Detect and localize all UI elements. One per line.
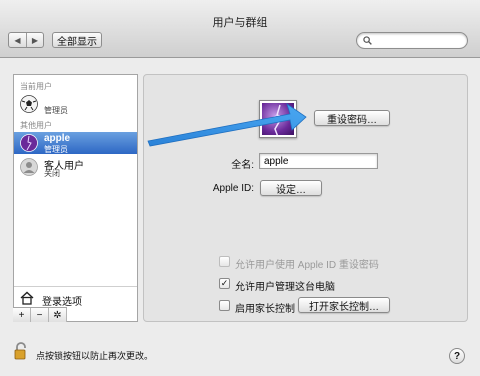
remove-user-button[interactable]: − [31, 308, 49, 322]
user-detail-panel: 重设密码… 全名: Apple ID: 设定… 允许用户使用 Apple ID … [143, 74, 468, 322]
current-user-role: 管理员 [44, 106, 68, 115]
checkmark-icon: ✓ [219, 278, 230, 289]
user-row-guest[interactable]: 客人用户 关闭 [14, 156, 137, 178]
checkbox-box [219, 300, 230, 311]
open-parental-controls-button[interactable]: 打开家长控制… [298, 297, 390, 313]
user-role: 管理员 [44, 145, 68, 154]
preferences-window: 用户与群组 ◀ ▶ 全部显示 当前用户 管理员 其他用户 apple 管理员 客… [0, 0, 480, 376]
add-user-button[interactable]: + [13, 308, 31, 322]
unlocked-lock-icon[interactable] [14, 342, 28, 360]
fullname-input[interactable] [260, 154, 377, 168]
divider [14, 286, 137, 287]
fullname-field[interactable] [259, 153, 378, 169]
appleid-label: Apple ID: [212, 183, 254, 194]
user-role: 关闭 [44, 169, 60, 178]
checkbox-label: 允许用户使用 Apple ID 重设密码 [235, 260, 379, 271]
checkbox-label: 允许用户管理这台电脑 [235, 282, 335, 293]
nav-buttons: ◀ ▶ [8, 32, 44, 48]
search-icon [363, 36, 372, 45]
other-users-header: 其他用户 [20, 121, 52, 130]
chevron-right-icon: ▶ [31, 35, 39, 45]
current-user-header: 当前用户 [20, 82, 52, 91]
checkbox-box [219, 256, 230, 267]
chevron-left-icon: ◀ [14, 35, 21, 45]
show-all-button[interactable]: 全部显示 [52, 32, 102, 48]
user-picture[interactable] [259, 100, 297, 138]
user-row-current[interactable]: 管理员 [14, 93, 137, 115]
user-list: 当前用户 管理员 其他用户 apple 管理员 客人用户 关闭 登录选项 [13, 74, 138, 322]
forward-button[interactable]: ▶ [25, 33, 43, 47]
apple-user-avatar [20, 134, 38, 152]
soccer-ball-avatar [20, 95, 38, 113]
help-button[interactable]: ? [449, 348, 465, 364]
login-options-item[interactable]: 登录选项 [18, 290, 133, 308]
fullname-label: 全名: [231, 160, 254, 171]
window-title: 用户与群组 [212, 17, 268, 29]
gear-icon[interactable]: ✲ [49, 308, 67, 322]
sidebar-toolbar: + − ✲ [13, 307, 67, 322]
back-button[interactable]: ◀ [9, 33, 26, 47]
user-row-apple[interactable]: apple 管理员 [14, 132, 137, 154]
login-options-label: 登录选项 [42, 297, 82, 308]
set-appleid-button[interactable]: 设定… [260, 180, 322, 196]
reset-password-button[interactable]: 重设密码… [314, 110, 390, 126]
lightning-picture [262, 103, 294, 135]
guest-user-icon [20, 158, 38, 176]
search-field[interactable] [356, 32, 468, 49]
house-icon [20, 291, 34, 305]
user-name: apple [44, 133, 71, 144]
search-input[interactable] [375, 34, 463, 47]
checkbox-label: 启用家长控制 [235, 304, 295, 315]
toolbar: 用户与群组 ◀ ▶ 全部显示 [0, 0, 480, 58]
lock-hint: 点按锁按钮以防止再次更改。 [36, 351, 154, 361]
